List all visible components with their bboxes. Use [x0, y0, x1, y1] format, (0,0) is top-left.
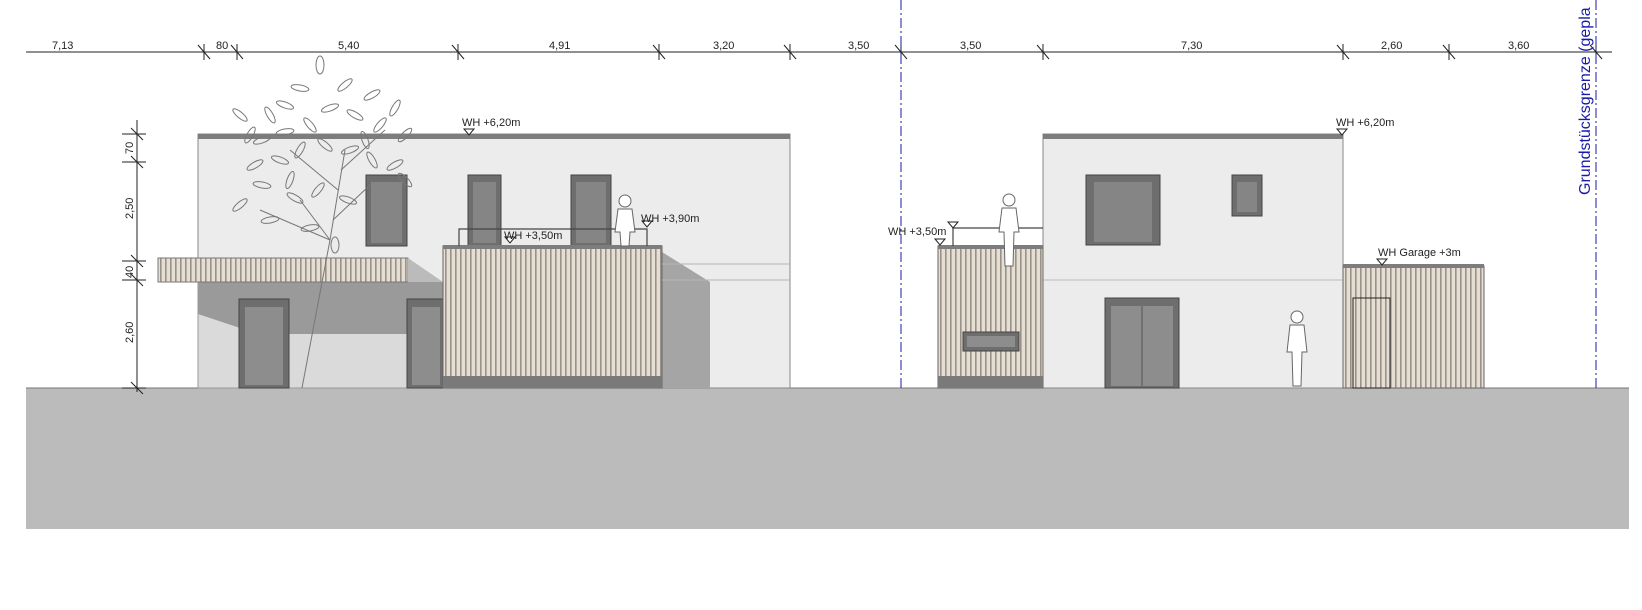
dim-label-vert-1: 70 [124, 142, 136, 154]
level-right-annex: WH +3,50m [888, 226, 946, 238]
right-annex-window-glass [967, 336, 1015, 347]
left-box-plinth [443, 376, 662, 388]
right-garage-parapet [1343, 264, 1484, 268]
dim-label-top-6: 3,50 [848, 40, 869, 52]
left-door-1-glass [245, 307, 283, 385]
right-annex-parapet [938, 245, 1043, 249]
level-left-box: WH +3,50m [504, 230, 562, 242]
dim-label-top-1: 7,13 [52, 40, 73, 52]
dim-label-vert-4: 2,60 [124, 322, 136, 343]
left-window-1-glass [371, 182, 402, 243]
left-window-3-glass [576, 182, 606, 243]
dim-label-top-3: 5,40 [338, 40, 359, 52]
dim-label-top-7: 3,50 [960, 40, 981, 52]
dim-label-top-8: 7,30 [1181, 40, 1202, 52]
right-roof-parapet [1043, 134, 1343, 139]
level-left-terrace: WH +3,90m [641, 213, 699, 225]
left-box-volume [442, 245, 663, 389]
elevation-drawing: 7,13 80 5,40 4,91 3,20 3,50 3,50 7,30 2,… [26, 0, 1629, 529]
dim-label-vert-3: 40 [124, 266, 136, 278]
dim-label-top-5: 3,20 [713, 40, 734, 52]
dim-label-vert-2: 2,50 [124, 198, 136, 219]
ground [26, 388, 1629, 529]
dimension-chain-top [26, 44, 1612, 60]
right-elevation [937, 133, 1485, 389]
level-left-roof: WH +6,20m [462, 117, 520, 129]
dimension-chain-vertical [122, 120, 146, 395]
dim-label-top-9: 2,60 [1381, 40, 1402, 52]
right-garage [1342, 265, 1485, 389]
left-window-2-glass [473, 182, 496, 243]
level-right-garage: WH Garage +3m [1378, 247, 1461, 259]
property-boundary-label: Grundstücksgrenze (gepla [1577, 7, 1594, 195]
dim-label-top-10: 3,60 [1508, 40, 1529, 52]
dim-label-top-2: 80 [216, 40, 228, 52]
right-annex [937, 245, 1044, 389]
level-right-roof: WH +6,20m [1336, 117, 1394, 129]
right-window-2-glass [1237, 182, 1257, 212]
left-canopy-cladding [157, 257, 409, 283]
right-window-1-glass [1094, 182, 1152, 242]
right-annex-plinth [938, 376, 1043, 388]
dim-label-top-4: 4,91 [549, 40, 570, 52]
left-door-2-glass [412, 307, 440, 385]
